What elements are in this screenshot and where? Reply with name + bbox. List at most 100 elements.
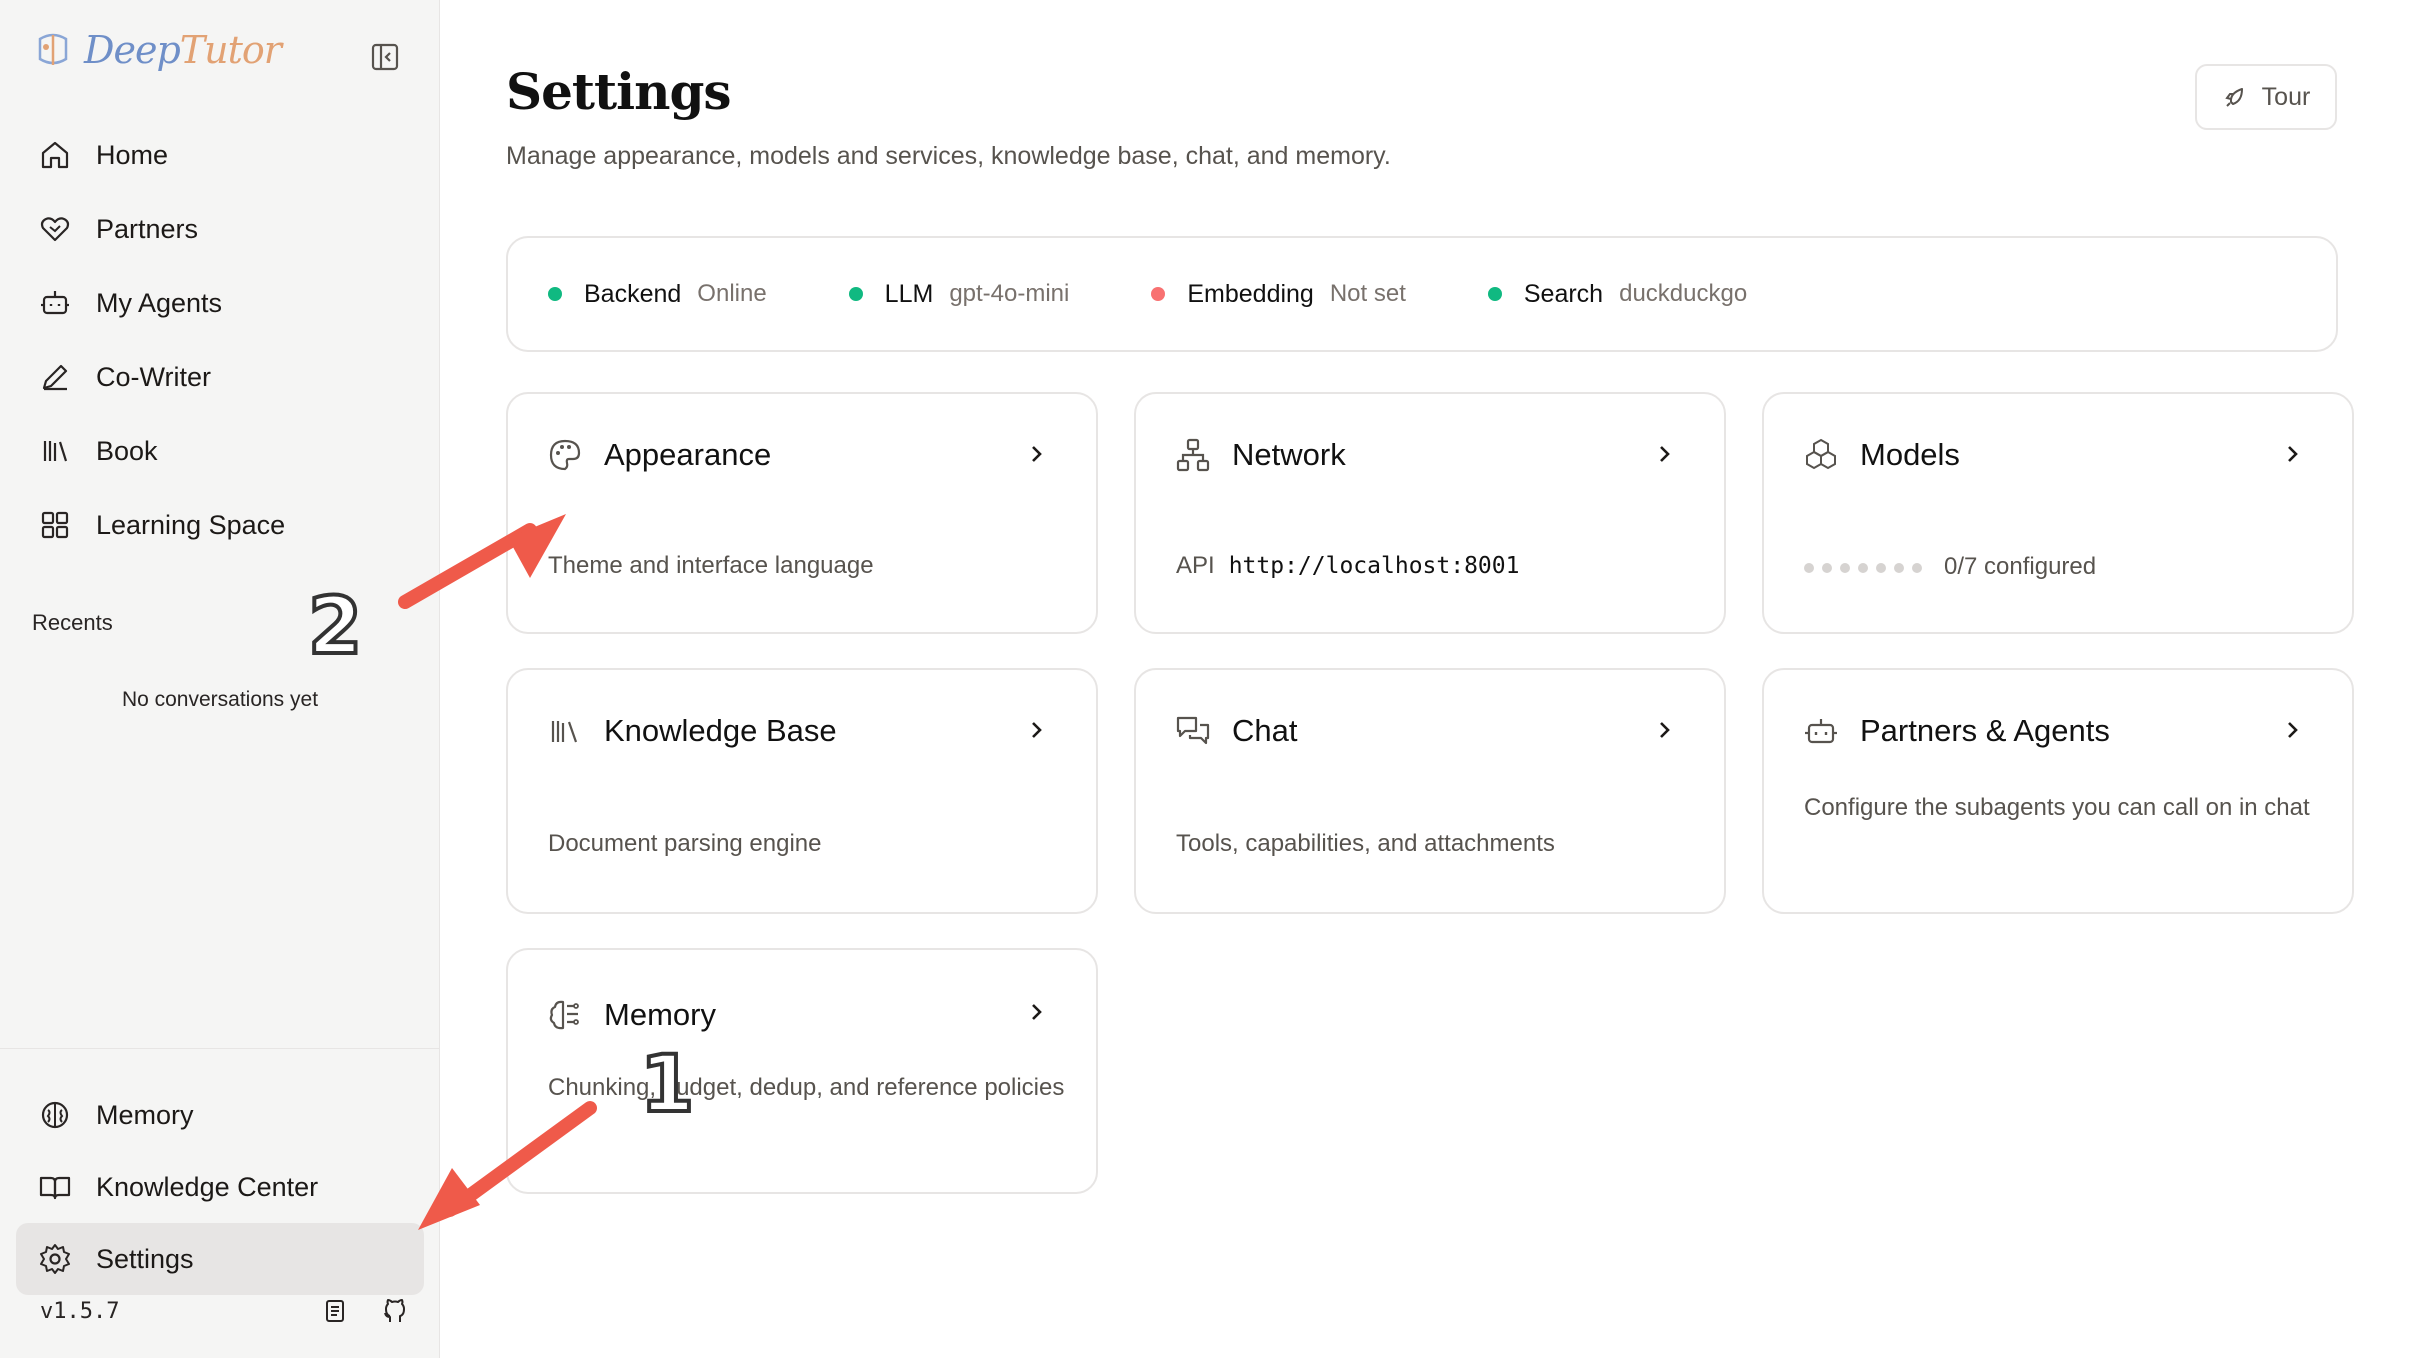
card-title: Knowledge Base [604, 713, 837, 748]
gear-icon [40, 1244, 70, 1274]
api-label: API [1176, 552, 1215, 579]
card-title: Network [1232, 437, 1346, 472]
status-name: Search [1523, 279, 1604, 308]
card-network[interactable]: Network API http://localhost:8001 [1134, 392, 1726, 634]
rocket-icon [2224, 88, 2243, 107]
status-dot [1487, 287, 1502, 301]
models-configured-count: 0/7 configured [1944, 553, 2097, 580]
collapse-sidebar-icon[interactable] [368, 40, 402, 74]
nav-item-my-agents[interactable]: My Agents [16, 266, 424, 340]
status-value: Not set [1329, 280, 1406, 307]
nav-item-settings[interactable]: Settings [16, 1223, 424, 1295]
nav-item-learning-space[interactable]: Learning Space [16, 488, 424, 562]
palette-icon [549, 439, 581, 471]
api-endpoint: API http://localhost:8001 [1176, 546, 1519, 586]
brain-icon [549, 1000, 579, 1030]
nav-item-partners[interactable]: Partners [16, 192, 424, 266]
nav-label: Settings [96, 1243, 194, 1274]
card-title: Partners & Agents [1860, 713, 2110, 748]
nav-item-home[interactable]: Home [16, 118, 424, 192]
nav-item-co-writer[interactable]: Co-Writer [16, 340, 424, 414]
model-config-dots [1804, 562, 1922, 573]
service-status-bar: Backend Online LLM gpt-4o-mini Embedding… [506, 236, 2338, 352]
network-icon [1176, 438, 1210, 472]
card-memory[interactable]: Memory Chunking, budget, dedup, and refe… [506, 948, 1098, 1194]
status-dot [1151, 287, 1166, 301]
nav-item-memory[interactable]: Memory [16, 1079, 424, 1151]
chevron-right-icon [1032, 1004, 1042, 1020]
status-value: Online [697, 280, 767, 307]
home-icon [41, 141, 69, 169]
card-title: Memory [604, 997, 716, 1032]
sidebar-bottom-nav: Memory Knowledge Center Settings [0, 1048, 440, 1295]
card-title: Models [1860, 437, 1960, 472]
chevron-right-icon [1660, 722, 1670, 738]
card-title: Chat [1232, 713, 1298, 748]
status-dot [848, 287, 863, 301]
github-icon[interactable] [380, 1296, 410, 1326]
chevron-right-icon [2288, 722, 2298, 738]
card-title: Appearance [604, 437, 772, 472]
tour-button[interactable]: Tour [2195, 64, 2337, 130]
nav-label: My Agents [96, 287, 223, 318]
card-description: Chunking, budget, dedup, and reference p… [548, 1074, 1065, 1101]
nav-label: Memory [96, 1099, 194, 1130]
annotation-number-2: 2 [306, 580, 364, 674]
card-chat[interactable]: Chat Tools, capabilities, and attachment… [1134, 668, 1726, 914]
book-open-icon [39, 1176, 71, 1200]
version-label: v1.5.7 [40, 1298, 120, 1324]
main-nav: Home Partners My Agents Co-Writer Book L… [16, 118, 424, 562]
card-models[interactable]: Models 0/7 configured [1762, 392, 2354, 634]
status-name: Embedding [1187, 279, 1314, 308]
card-partners-agents[interactable]: Partners & Agents Configure the subagent… [1762, 668, 2354, 914]
bot-icon [41, 291, 69, 315]
models-status: 0/7 configured [1804, 547, 2096, 587]
status-embedding: Embedding Not set [1151, 280, 1406, 309]
grid-icon [41, 511, 69, 539]
api-url: http://localhost:8001 [1228, 553, 1520, 579]
card-description: Document parsing engine [548, 830, 822, 857]
nav-label: Partners [96, 213, 199, 244]
annotation-number-1: 1 [638, 1038, 696, 1132]
card-appearance[interactable]: Appearance Theme and interface language [506, 392, 1098, 634]
version-footer: v1.5.7 [40, 1296, 410, 1326]
tour-label: Tour [2261, 82, 2311, 111]
nav-label: Co-Writer [96, 361, 212, 392]
nav-label: Learning Space [96, 509, 286, 540]
nav-label: Knowledge Center [96, 1171, 319, 1202]
card-description: Configure the subagents you can call on … [1804, 794, 2310, 821]
chevron-right-icon [2288, 446, 2298, 462]
card-description: Tools, capabilities, and attachments [1176, 830, 1555, 857]
empty-recents-text: No conversations yet [121, 688, 319, 711]
nav-label: Home [96, 139, 169, 170]
card-description: Theme and interface language [548, 552, 874, 579]
chevron-right-icon [1032, 722, 1042, 738]
status-value: gpt-4o-mini [949, 280, 1070, 307]
page-title: Settings [506, 62, 732, 121]
bot-icon [1805, 719, 1837, 744]
chevron-right-icon [1032, 446, 1042, 462]
nav-item-knowledge-center[interactable]: Knowledge Center [16, 1151, 424, 1223]
nav-item-book[interactable]: Book [16, 414, 424, 488]
status-dot [548, 287, 562, 301]
chevron-right-icon [1660, 446, 1670, 462]
docs-icon[interactable] [320, 1296, 350, 1326]
status-llm: LLM gpt-4o-mini [848, 279, 1070, 309]
status-name: Backend [584, 279, 682, 308]
nav-label: Book [96, 435, 158, 466]
library-icon [551, 721, 578, 743]
brain-icon [41, 1101, 69, 1129]
card-knowledge-base[interactable]: Knowledge Base Document parsing engine [506, 668, 1098, 914]
logo[interactable]: DeepTutor [32, 28, 282, 72]
status-backend: Backend Online [548, 280, 767, 309]
chat-icon [1176, 716, 1210, 745]
logo-text: DeepTutor [84, 28, 282, 72]
page-subtitle: Manage appearance, models and services, … [506, 142, 1391, 170]
status-name: LLM [884, 279, 934, 308]
handshake-icon [40, 217, 70, 242]
library-icon [43, 441, 68, 462]
sidebar: DeepTutor Home Partners My Agents Co-Wri… [0, 0, 440, 1358]
status-value: duckduckgo [1619, 280, 1748, 307]
pen-icon [42, 364, 68, 391]
boxes-icon [1806, 438, 1836, 470]
